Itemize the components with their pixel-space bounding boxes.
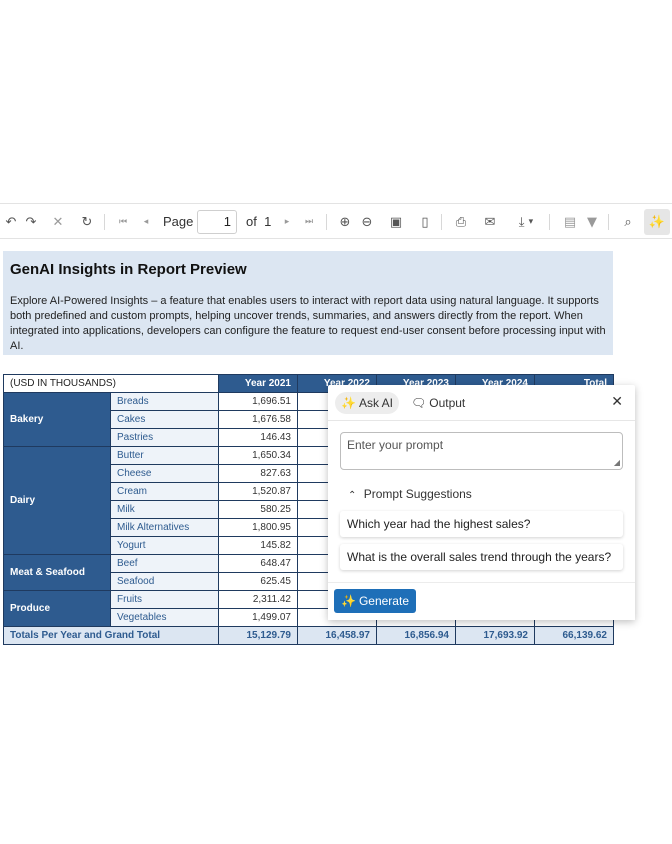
product-cell: Seafood <box>110 572 219 591</box>
prompt-suggestion[interactable]: What is the overall sales trend through … <box>340 544 623 570</box>
category-cell: Produce <box>3 590 111 627</box>
product-cell: Vegetables <box>110 608 219 627</box>
value-cell: 1,800.95 <box>218 518 298 537</box>
toolbar-separator <box>326 214 327 230</box>
product-cell: Milk Alternatives <box>110 518 219 537</box>
zoom-in-icon[interactable]: ⊕ <box>334 211 356 233</box>
product-cell: Cheese <box>110 464 219 483</box>
tab-ask-ai[interactable]: ✨ Ask AI <box>335 392 399 414</box>
stop-icon[interactable]: ✕ <box>47 211 69 233</box>
value-cell: 827.63 <box>218 464 298 483</box>
product-cell: Milk <box>110 500 219 519</box>
totals-label: Totals Per Year and Grand Total <box>3 626 219 645</box>
tab-output-label: Output <box>429 396 466 410</box>
toolbar-separator <box>549 214 550 230</box>
report-header: GenAI Insights in Report Preview Explore… <box>3 251 613 355</box>
report-viewer: ↶ ↷ ✕ ↻ ⏮ ◂ Page 1 of 1 ▸ ⏭ ⊕ ⊖ ▣ ▯ ⎙ ✉ … <box>0 0 672 844</box>
prev-page-icon[interactable]: ◂ <box>135 211 157 233</box>
value-cell: 1,499.07 <box>218 608 298 627</box>
prompt-input[interactable]: Enter your prompt ◢ <box>340 432 623 470</box>
email-icon[interactable]: ✉ <box>479 211 501 233</box>
tab-ask-ai-label: Ask AI <box>358 396 393 410</box>
search-icon[interactable]: ⌕ <box>617 211 639 233</box>
category-cell: Bakery <box>3 392 111 447</box>
ai-panel-tabs: ✨ Ask AI 🗨 Output ✕ <box>328 385 635 421</box>
sparkle-icon: ✨ <box>341 396 356 410</box>
value-cell: 2,311.42 <box>218 590 298 609</box>
totals-row: Totals Per Year and Grand Total 15,129.7… <box>3 626 614 645</box>
chat-bubble-icon: 🗨 <box>411 396 427 410</box>
product-cell: Yogurt <box>110 536 219 555</box>
chevron-up-icon: ⌃ <box>348 490 357 501</box>
value-cell: 648.47 <box>218 554 298 573</box>
export-icon[interactable]: ⤓ ▾ <box>510 211 542 233</box>
value-cell: 146.43 <box>218 428 298 447</box>
value-cell: 1,520.87 <box>218 482 298 501</box>
product-cell: Beef <box>110 554 219 573</box>
column-header: Year 2021 <box>218 374 298 393</box>
value-cell: 625.45 <box>218 572 298 591</box>
unit-label: (USD IN THOUSANDS) <box>3 374 219 393</box>
refresh-icon[interactable]: ↻ <box>76 211 98 233</box>
full-screen-icon[interactable]: ▣ <box>385 211 407 233</box>
ai-panel-footer: ✨ Generate <box>328 582 635 620</box>
category-cell: Meat & Seafood <box>3 554 111 591</box>
prompt-suggestions-toggle[interactable]: ⌃ Prompt Suggestions <box>348 487 472 501</box>
next-page-icon[interactable]: ▸ <box>276 211 298 233</box>
product-cell: Fruits <box>110 590 219 609</box>
last-page-icon[interactable]: ⏭ <box>298 211 320 233</box>
product-cell: Cakes <box>110 410 219 429</box>
generate-button[interactable]: ✨ Generate <box>334 589 416 613</box>
product-cell: Pastries <box>110 428 219 447</box>
total-cell: 16,856.94 <box>376 626 456 645</box>
value-cell: 1,696.51 <box>218 392 298 411</box>
category-cell: Dairy <box>3 446 111 555</box>
page-number-input[interactable]: 1 <box>197 210 237 234</box>
report-description: Explore AI-Powered Insights – a feature … <box>10 295 606 352</box>
product-cell: Cream <box>110 482 219 501</box>
toolbar-separator <box>441 214 442 230</box>
page-count: of 1 <box>246 214 272 229</box>
zoom-out-icon[interactable]: ⊖ <box>356 211 378 233</box>
generate-label: Generate <box>358 594 409 608</box>
product-cell: Breads <box>110 392 219 411</box>
parameters-icon[interactable]: ▤ <box>559 211 581 233</box>
print-icon[interactable]: ⎙ <box>450 211 472 233</box>
prompt-suggestion[interactable]: Which year had the highest sales? <box>340 511 623 537</box>
close-icon[interactable]: ✕ <box>611 394 623 410</box>
undo-icon[interactable]: ↶ <box>0 211 22 233</box>
prompt-suggestions-label: Prompt Suggestions <box>363 487 472 501</box>
tab-output[interactable]: 🗨 Output <box>405 392 471 414</box>
total-cell: 17,693.92 <box>455 626 535 645</box>
filter-icon[interactable]: ▼ <box>581 211 603 233</box>
value-cell: 1,650.34 <box>218 446 298 465</box>
first-page-icon[interactable]: ⏮ <box>112 211 134 233</box>
total-cell: 15,129.79 <box>218 626 298 645</box>
redo-icon[interactable]: ↷ <box>20 211 42 233</box>
toolbar-separator <box>608 214 609 230</box>
resize-handle-icon[interactable]: ◢ <box>614 458 620 467</box>
viewer-toolbar: ↶ ↷ ✕ ↻ ⏮ ◂ Page 1 of 1 ▸ ⏭ ⊕ ⊖ ▣ ▯ ⎙ ✉ … <box>0 203 672 239</box>
total-cell: 16,458.97 <box>297 626 377 645</box>
report-title: GenAI Insights in Report Preview <box>10 261 247 278</box>
prompt-placeholder: Enter your prompt <box>347 438 444 452</box>
value-cell: 580.25 <box>218 500 298 519</box>
ai-sparkle-icon[interactable]: ✨ <box>644 209 670 235</box>
product-cell: Butter <box>110 446 219 465</box>
value-cell: 145.82 <box>218 536 298 555</box>
value-cell: 1,676.58 <box>218 410 298 429</box>
page-label: Page <box>163 214 194 229</box>
ask-ai-panel: ✨ Ask AI 🗨 Output ✕ Enter your prompt ◢ … <box>328 385 635 620</box>
toolbar-separator <box>104 214 105 230</box>
grand-total-cell: 66,139.62 <box>534 626 614 645</box>
page-icon[interactable]: ▯ <box>414 211 436 233</box>
sparkle-icon: ✨ <box>341 594 356 608</box>
